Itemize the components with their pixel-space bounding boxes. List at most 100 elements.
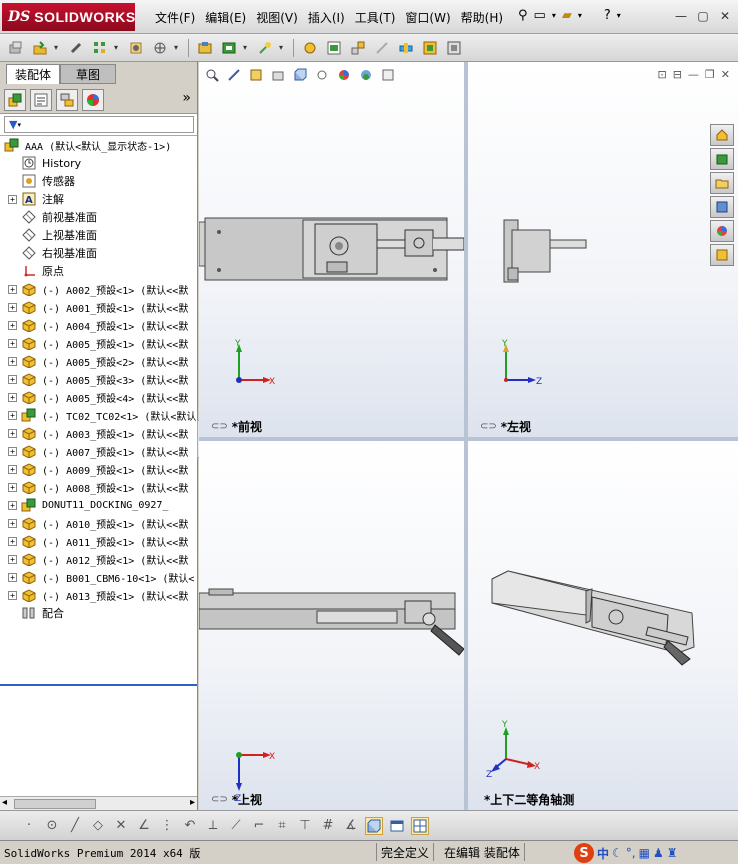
- viewport-isometric[interactable]: Y X Z *上下二等角轴测: [468, 441, 738, 810]
- shaded-view-icon[interactable]: [365, 816, 383, 835]
- construction-icon[interactable]: ⟂: [204, 817, 222, 835]
- expand-icon[interactable]: +: [8, 446, 17, 456]
- open-folder-icon[interactable]: ▰: [562, 8, 572, 23]
- viewport-left[interactable]: ⊡ ⊟ — ❐ ✕ Y Z ⊂⊃ *左视: [468, 62, 738, 437]
- tree-item[interactable]: 原点: [0, 262, 197, 280]
- show-hidden-icon[interactable]: [195, 38, 215, 58]
- tree-item[interactable]: + DONUT11_DOCKING_0927_: [0, 496, 197, 514]
- link-icon[interactable]: ⊂⊃: [211, 421, 228, 432]
- expand-icon[interactable]: +: [8, 518, 17, 528]
- tree-item[interactable]: + (-) TC02_TC02<1> (默认<默认: [0, 406, 197, 424]
- trim-icon[interactable]: ✕: [112, 817, 130, 835]
- configuration-manager-icon[interactable]: [56, 88, 78, 111]
- solidworks-logo[interactable]: DS SOLIDWORKS: [2, 3, 135, 31]
- viewport-vertical-splitter[interactable]: [464, 62, 468, 810]
- expand-icon[interactable]: +: [8, 572, 17, 582]
- ime-toolbar[interactable]: S 中 ☾ °, ▦ ♟ ♜: [574, 843, 677, 863]
- tree-item[interactable]: + (-) A002_预設<1> (默认<<默: [0, 280, 197, 298]
- tree-item[interactable]: + (-) A010_预設<1> (默认<<默: [0, 514, 197, 532]
- filter-input[interactable]: ▼ ▾: [4, 116, 194, 133]
- ime-keyboard-icon[interactable]: ▦: [639, 846, 650, 860]
- tree-item[interactable]: + (-) A005_预設<3> (默认<<默: [0, 370, 197, 388]
- dropdown-icon[interactable]: ▾: [617, 11, 621, 20]
- expand-icon[interactable]: +: [8, 554, 17, 564]
- tree-item[interactable]: History: [0, 154, 197, 172]
- menu-item[interactable]: 插入(I): [303, 9, 350, 26]
- appearances-icon[interactable]: [710, 220, 734, 242]
- menu-item[interactable]: 窗口(W): [400, 9, 455, 26]
- file-explorer-icon[interactable]: [710, 172, 734, 194]
- ime-punctuation-icon[interactable]: °,: [626, 846, 636, 860]
- link-icon[interactable]: ⊂⊃: [211, 794, 228, 805]
- expand-icon[interactable]: +: [8, 410, 17, 420]
- tree-item[interactable]: + (-) A005_预設<2> (默认<<默: [0, 352, 197, 370]
- circle-icon[interactable]: ⊙: [43, 817, 61, 835]
- tree-root[interactable]: AAA (默认<默认_显示状态-1>): [0, 136, 197, 154]
- more-tabs-icon[interactable]: »: [182, 90, 191, 106]
- menu-item[interactable]: 编辑(E): [200, 9, 251, 26]
- tree-item[interactable]: + A 注解: [0, 190, 197, 208]
- grid-icon[interactable]: #: [319, 817, 337, 835]
- expand-icon[interactable]: +: [8, 194, 17, 204]
- offset-icon[interactable]: ↶: [181, 817, 199, 835]
- ime-skin-icon[interactable]: ♜: [667, 846, 678, 860]
- feature-manager-icon[interactable]: [4, 88, 26, 111]
- tree-item[interactable]: + (-) A005_预設<1> (默认<<默: [0, 334, 197, 352]
- pattern-icon[interactable]: [90, 38, 110, 58]
- dropdown-icon[interactable]: ▾: [174, 43, 182, 52]
- mate-icon[interactable]: [66, 38, 86, 58]
- tree-item[interactable]: + (-) A003_预設<1> (默认<<默: [0, 424, 197, 442]
- expand-icon[interactable]: +: [8, 284, 17, 294]
- ime-user-icon[interactable]: ♟: [653, 846, 664, 860]
- dropdown-icon[interactable]: ▾: [552, 11, 556, 20]
- expand-icon[interactable]: +: [8, 428, 17, 438]
- pin-icon[interactable]: ⚲: [518, 8, 528, 23]
- ime-moon-icon[interactable]: ☾: [612, 846, 623, 860]
- new-document-icon[interactable]: ▭: [534, 8, 546, 23]
- clearance-verification-icon[interactable]: [420, 38, 440, 58]
- dropdown-icon[interactable]: ▾: [114, 43, 122, 52]
- ime-language[interactable]: 中: [597, 845, 609, 862]
- scroll-right-icon[interactable]: ▸: [190, 797, 195, 808]
- tree-item[interactable]: 前视基准面: [0, 208, 197, 226]
- tree-item[interactable]: + (-) A011_预設<1> (默认<<默: [0, 532, 197, 550]
- hole-alignment-icon[interactable]: [444, 38, 464, 58]
- view-palette-icon[interactable]: [710, 196, 734, 218]
- interference-detection-icon[interactable]: [396, 38, 416, 58]
- expand-icon[interactable]: +: [8, 356, 17, 366]
- tree-item[interactable]: + (-) A007_预設<1> (默认<<默: [0, 442, 197, 460]
- minimize-icon[interactable]: —: [672, 7, 690, 25]
- tree-item[interactable]: 配合: [0, 604, 197, 622]
- menu-item[interactable]: 文件(F): [150, 9, 200, 26]
- expand-icon[interactable]: +: [8, 482, 17, 492]
- expand-icon[interactable]: +: [8, 338, 17, 348]
- tree-item[interactable]: + (-) B001_CBM6-10<1> (默认<: [0, 568, 197, 586]
- tree-item[interactable]: 传感器: [0, 172, 197, 190]
- tab-sketch[interactable]: 草图: [60, 64, 116, 84]
- reference-geometry-icon[interactable]: [255, 38, 275, 58]
- restore-icon[interactable]: ▢: [694, 7, 712, 25]
- expand-icon[interactable]: +: [8, 302, 17, 312]
- dropdown-icon[interactable]: ▾: [279, 43, 287, 52]
- tree-item[interactable]: + (-) A008_预設<1> (默认<<默: [0, 478, 197, 496]
- corner-icon[interactable]: ⌐: [250, 817, 268, 835]
- tree-item[interactable]: + (-) A005_预設<4> (默认<<默: [0, 388, 197, 406]
- assembly-features-icon[interactable]: [219, 38, 239, 58]
- rapid-sketch-icon[interactable]: ⌗: [273, 817, 291, 835]
- viewport-horizontal-splitter[interactable]: [199, 437, 738, 441]
- tree-item[interactable]: + (-) A013_预設<1> (默认<<默: [0, 586, 197, 604]
- centerline-icon[interactable]: ⟋: [227, 817, 245, 835]
- tree-item[interactable]: + (-) A012_预設<1> (默认<<默: [0, 550, 197, 568]
- tree-item[interactable]: 上视基准面: [0, 226, 197, 244]
- property-manager-icon[interactable]: [30, 88, 52, 111]
- tree-item[interactable]: + (-) A009_预設<1> (默认<<默: [0, 460, 197, 478]
- horizontal-scrollbar[interactable]: ◂ ▸: [0, 796, 197, 810]
- four-view-icon[interactable]: [411, 816, 429, 835]
- scroll-thumb[interactable]: [14, 799, 96, 809]
- dropdown-icon[interactable]: ▾: [578, 11, 582, 20]
- dimension-icon[interactable]: ⊤: [296, 817, 314, 835]
- help-icon[interactable]: ?: [604, 8, 611, 23]
- tab-assembly[interactable]: 装配体: [6, 64, 61, 84]
- custom-properties-icon[interactable]: [710, 244, 734, 266]
- new-motion-study-icon[interactable]: [300, 38, 320, 58]
